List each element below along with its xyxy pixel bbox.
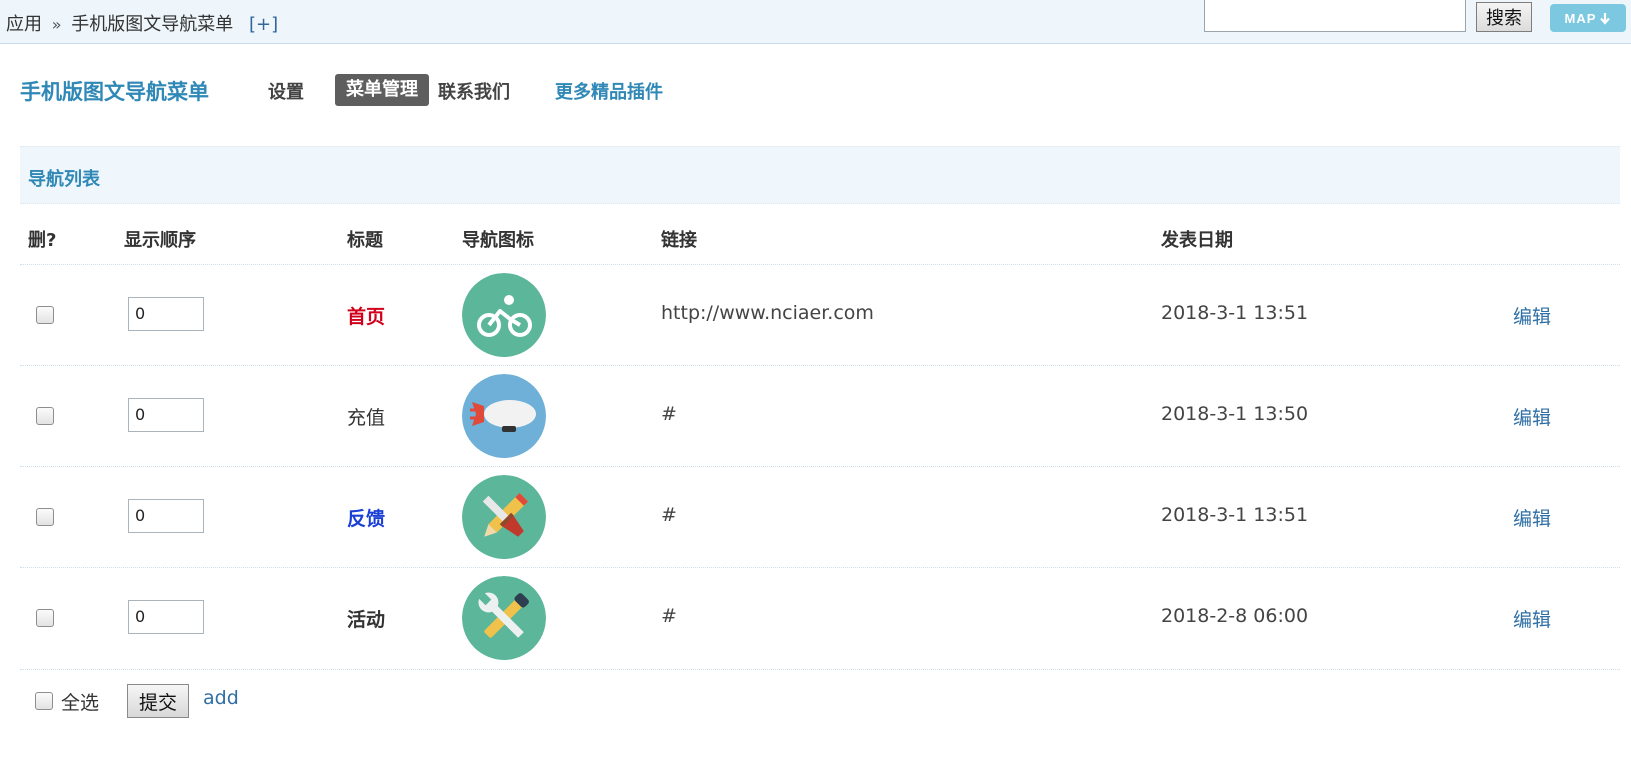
bicycle-icon [462, 273, 546, 357]
section-title: 导航列表 [28, 169, 100, 190]
tab-settings[interactable]: 设置 [268, 78, 304, 104]
row-title: 充值 [347, 407, 386, 429]
wrench-screwdriver-icon [462, 576, 546, 660]
breadcrumb-page-link[interactable]: 手机版图文导航菜单 [71, 14, 233, 35]
map-label: MAP [1564, 10, 1597, 26]
row-title: 首页 [347, 306, 386, 328]
breadcrumb-separator: » [51, 15, 62, 34]
row-link: # [661, 403, 677, 425]
header-title: 标题 [347, 230, 383, 251]
display-order-input[interactable]: 0 [128, 600, 204, 634]
breadcrumb: 应用 » 手机版图文导航菜单 [+] [6, 10, 278, 36]
nav-list-section-header: 导航列表 [20, 146, 1620, 204]
select-all-label[interactable]: 全选 [61, 688, 99, 715]
edit-link[interactable]: 编辑 [1513, 403, 1551, 430]
header-nav-icon: 导航图标 [462, 230, 534, 251]
display-order-input[interactable]: 0 [128, 398, 204, 432]
header-publish-date: 发表日期 [1161, 230, 1233, 251]
blimp-icon [462, 374, 546, 458]
pencil-brush-icon [462, 475, 546, 559]
header-display-order: 显示顺序 [124, 230, 196, 251]
delete-checkbox[interactable] [36, 407, 54, 425]
submit-button[interactable]: 提交 [127, 684, 189, 718]
delete-checkbox[interactable] [36, 609, 54, 627]
add-link[interactable]: add [203, 687, 239, 709]
row-title: 反馈 [347, 508, 386, 530]
table-footer: 全选 提交 add [35, 684, 435, 718]
tab-more-plugins[interactable]: 更多精品插件 [555, 78, 663, 104]
display-order-input[interactable]: 0 [128, 499, 204, 533]
table-row: 0 活动 # 2018-2-8 06:00 编辑 [20, 567, 1620, 668]
tab-contact-us[interactable]: 联系我们 [438, 78, 510, 104]
row-date: 2018-3-1 13:51 [1161, 302, 1309, 324]
edit-link[interactable]: 编辑 [1513, 504, 1551, 531]
top-bar: 应用 » 手机版图文导航菜单 [+] 搜索 MAP [0, 0, 1631, 44]
search-input[interactable] [1204, 0, 1466, 32]
breadcrumb-root-link[interactable]: 应用 [6, 14, 42, 35]
row-link: http://www.nciaer.com [661, 302, 874, 324]
row-date: 2018-2-8 06:00 [1161, 605, 1309, 627]
table-row: 0 充值 # 2018-3-1 13:50 编辑 [20, 365, 1620, 466]
delete-checkbox[interactable] [36, 306, 54, 324]
edit-link[interactable]: 编辑 [1513, 302, 1551, 329]
delete-checkbox[interactable] [36, 508, 54, 526]
row-link: # [661, 504, 677, 526]
edit-link[interactable]: 编辑 [1513, 605, 1551, 632]
header-delete: 删? [28, 230, 57, 251]
header-link: 链接 [661, 230, 697, 251]
row-title: 活动 [347, 609, 386, 631]
table-bottom-divider [20, 669, 1620, 670]
row-date: 2018-3-1 13:50 [1161, 403, 1309, 425]
row-link: # [661, 605, 677, 627]
tab-menu-management[interactable]: 菜单管理 [335, 74, 429, 106]
table-row: 0 首页 http://www.nciaer.com 2018-3-1 13:5… [20, 264, 1620, 365]
select-all-checkbox[interactable] [35, 692, 53, 710]
map-button[interactable]: MAP [1550, 4, 1626, 32]
search-button[interactable]: 搜索 [1476, 2, 1532, 32]
add-shortcut-link[interactable]: [+] [249, 14, 278, 35]
plugin-nav: 手机版图文导航菜单 设置 菜单管理 联系我们 更多精品插件 [20, 74, 780, 106]
plugin-title[interactable]: 手机版图文导航菜单 [20, 76, 209, 106]
down-arrow-icon [1600, 12, 1611, 25]
display-order-input[interactable]: 0 [128, 297, 204, 331]
row-date: 2018-3-1 13:51 [1161, 504, 1309, 526]
table-row: 0 反馈 # 2018-3-1 13:51 编辑 [20, 466, 1620, 567]
